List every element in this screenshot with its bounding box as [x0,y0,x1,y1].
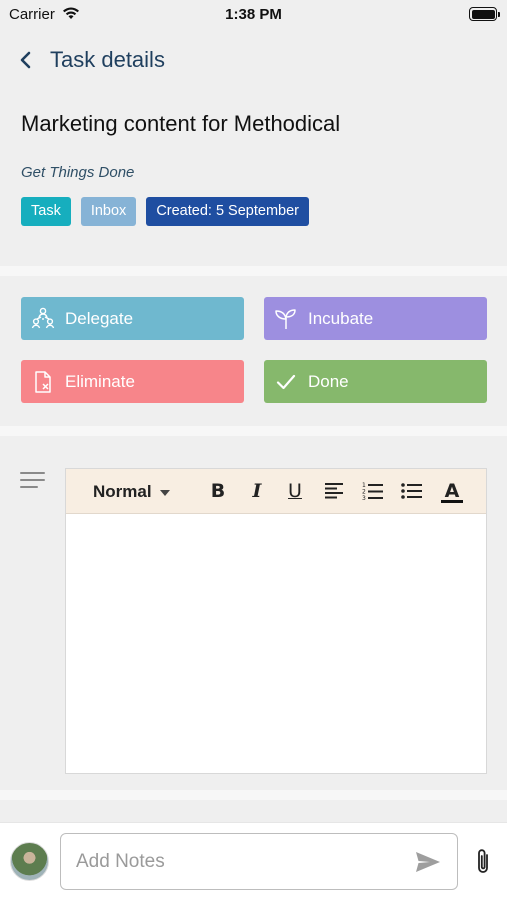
done-label: Done [308,371,349,391]
avatar [10,842,49,881]
people-hierarchy-icon [29,305,57,333]
editor-text-area[interactable] [66,515,486,773]
checkmark-icon [272,368,300,396]
section-divider [0,426,507,436]
delegate-button[interactable]: Delegate [21,297,244,340]
project-name: Get Things Done [21,164,135,181]
tag-created-date: Created: 5 September [146,197,309,226]
status-time: 1:38 PM [225,6,282,23]
ordered-list-icon: 1 2 3 [362,482,383,501]
eliminate-button[interactable]: Eliminate [21,360,244,403]
eliminate-label: Eliminate [65,371,135,391]
chevron-left-icon[interactable] [14,48,38,72]
sprout-icon [272,305,300,333]
ordered-list-button[interactable]: 1 2 3 [360,478,386,504]
text-color-button[interactable]: A [439,478,465,504]
text-color-letter: A [444,479,460,502]
nav-header: Task details [0,40,507,80]
section-divider [0,266,507,276]
incubate-label: Incubate [308,308,374,328]
status-bar: Carrier 1:38 PM [0,0,507,30]
text-lines-icon [20,472,45,488]
incubate-button[interactable]: Incubate [264,297,487,340]
section-divider [0,790,507,800]
page-title: Task details [50,47,165,72]
tag-inbox: Inbox [80,197,137,226]
align-left-button[interactable] [321,478,347,504]
notes-composer [0,822,507,900]
format-dropdown[interactable]: Normal [93,482,170,502]
battery-icon [469,7,500,21]
send-icon[interactable] [414,850,442,874]
done-button[interactable]: Done [264,360,487,403]
tag-task: Task [21,197,71,226]
bold-button[interactable]: B [205,478,231,504]
file-x-icon [29,368,57,396]
tag-list: Task Inbox Created: 5 September [21,197,309,226]
add-notes-input[interactable] [60,833,458,890]
svg-text:3: 3 [362,495,366,501]
rich-text-editor: Normal B I U 1 2 3 A [65,468,487,774]
text-color-swatch [441,499,463,503]
format-dropdown-value: Normal [93,482,152,501]
delegate-label: Delegate [65,308,134,328]
editor-toolbar: Normal B I U 1 2 3 A [66,469,486,514]
bullet-list-button[interactable] [399,478,425,504]
italic-button[interactable]: I [244,478,270,504]
align-left-icon [325,483,343,499]
action-buttons: Delegate Incubate Eliminate Done [21,297,487,404]
paperclip-icon[interactable] [471,847,495,877]
bullet-list-icon [401,483,422,499]
underline-button[interactable]: U [282,478,308,504]
caret-down-icon [159,490,170,496]
task-title: Marketing content for Methodical [21,111,341,136]
